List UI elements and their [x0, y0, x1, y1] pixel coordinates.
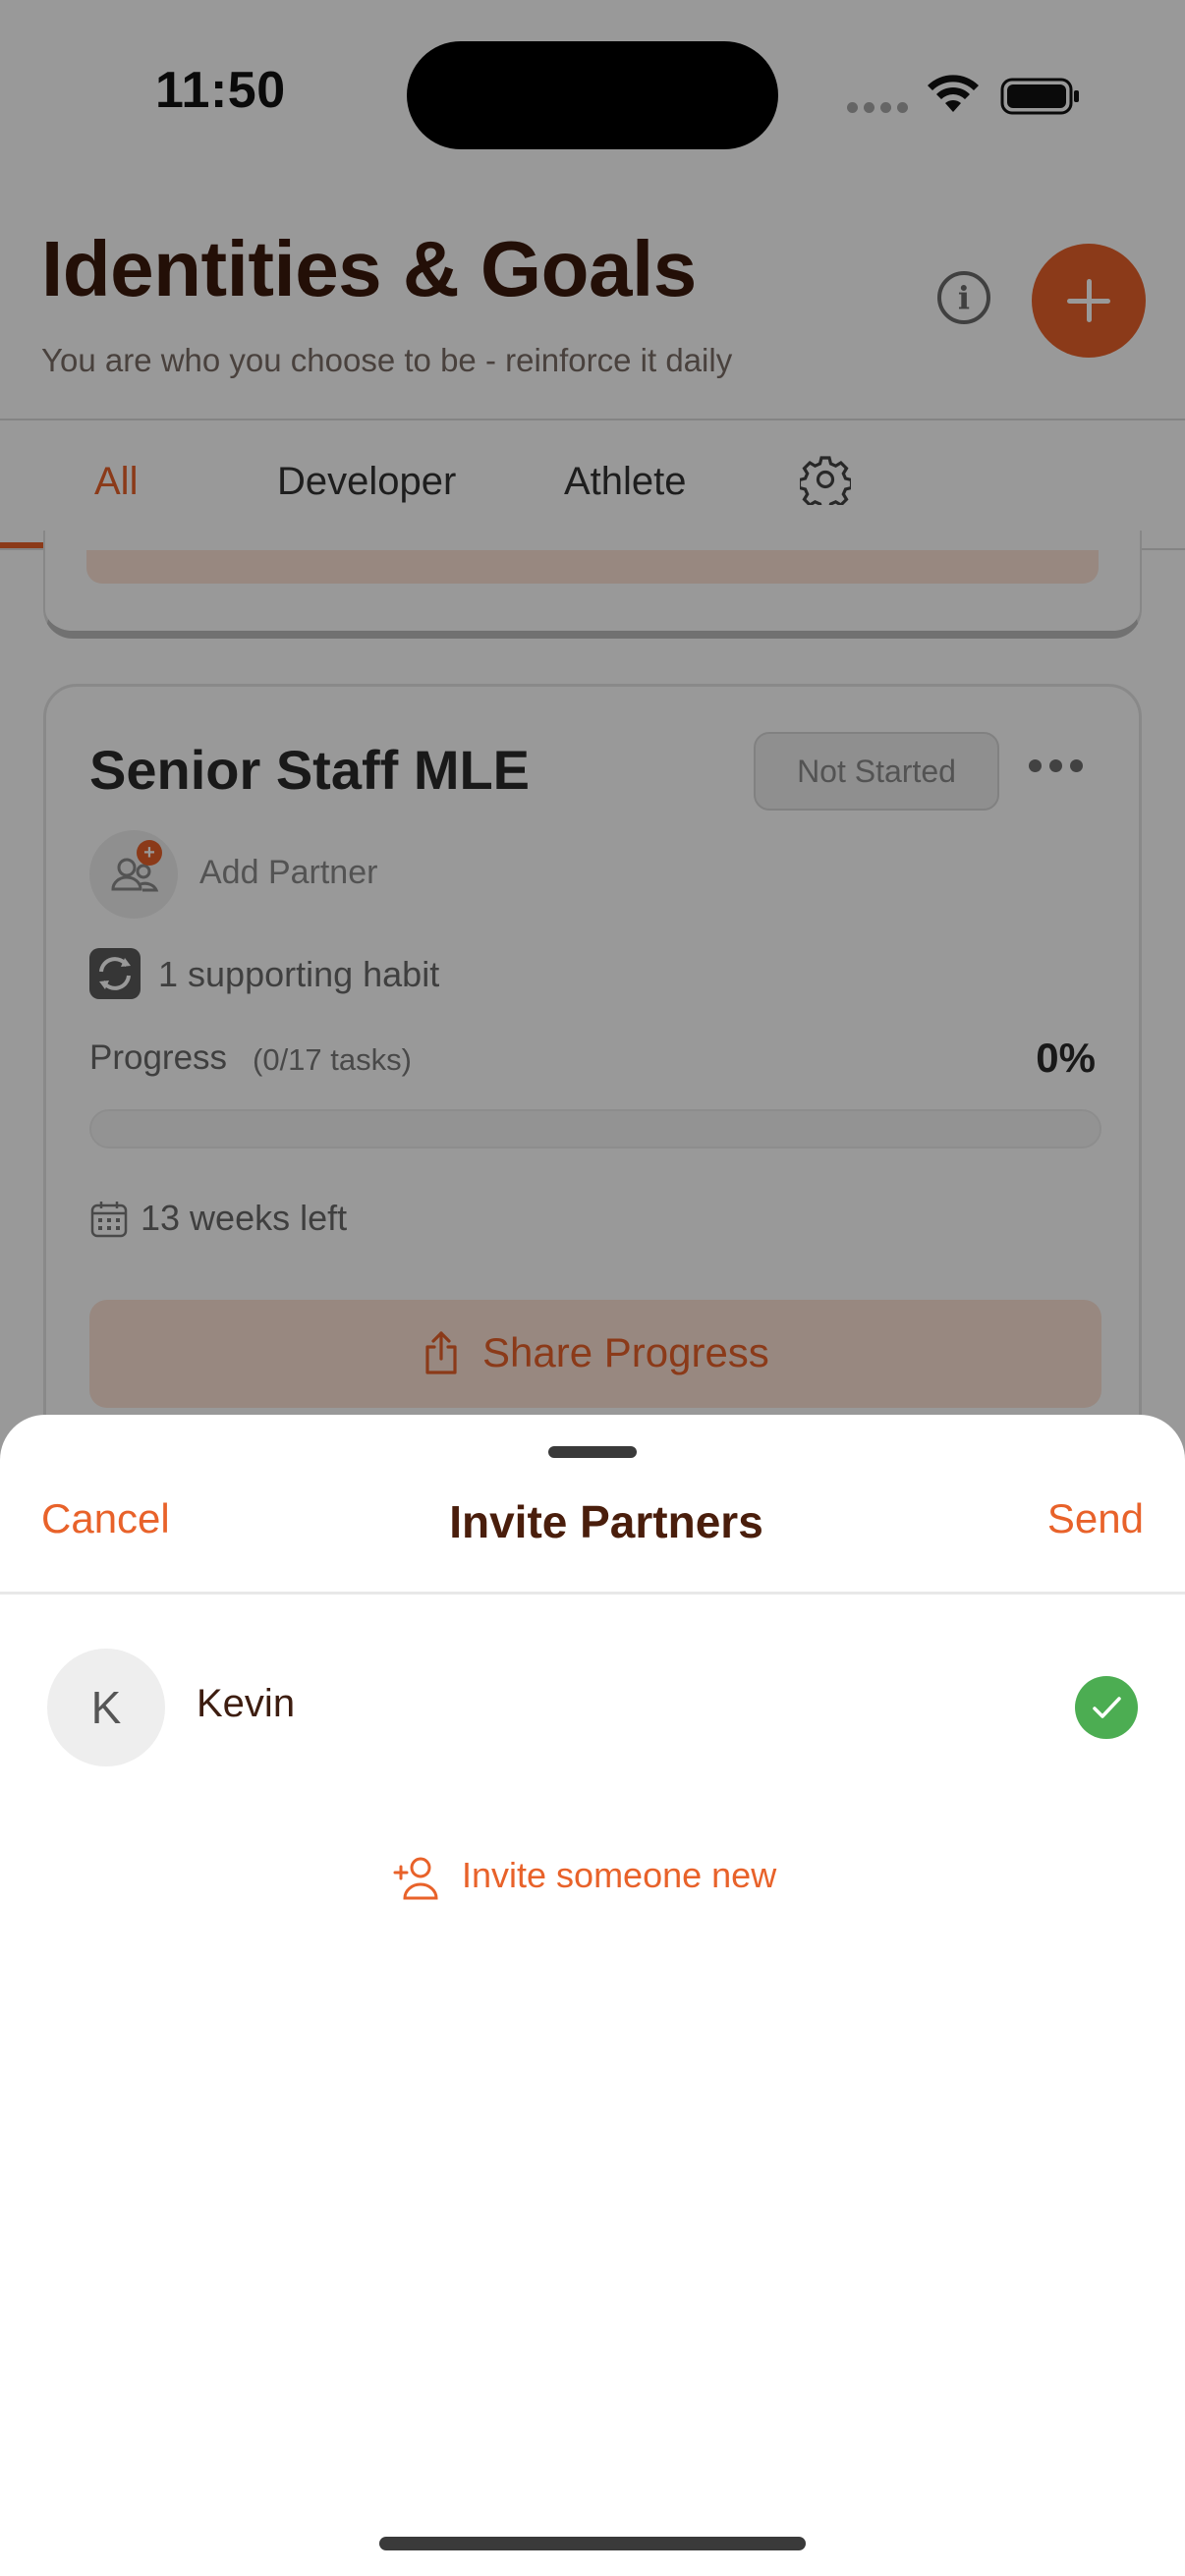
app-screen: 11:50 Identities & Goals You are who you…	[0, 0, 1185, 2576]
invite-someone-new-button[interactable]: Invite someone new	[393, 1847, 806, 1906]
checkmark-icon[interactable]	[1075, 1676, 1138, 1739]
sheet-grabber[interactable]	[548, 1446, 637, 1458]
avatar: K	[47, 1649, 165, 1766]
invite-someone-new-label: Invite someone new	[462, 1855, 777, 1895]
sheet-title-text: Invite Partners	[449, 1496, 763, 1547]
contact-row[interactable]: K Kevin	[0, 1631, 1185, 1768]
send-button[interactable]: Send	[1047, 1495, 1144, 1542]
sheet-title: Invite Partners	[0, 1495, 1185, 1548]
add-person-icon	[393, 1857, 438, 1900]
cancel-button[interactable]: Cancel	[41, 1495, 170, 1542]
invite-partners-sheet: Invite Partners Cancel Send K Kevin Invi…	[0, 1415, 1185, 2576]
contact-name: Kevin	[197, 1682, 296, 1725]
home-indicator	[379, 2537, 806, 2550]
sheet-divider	[0, 1592, 1185, 1595]
